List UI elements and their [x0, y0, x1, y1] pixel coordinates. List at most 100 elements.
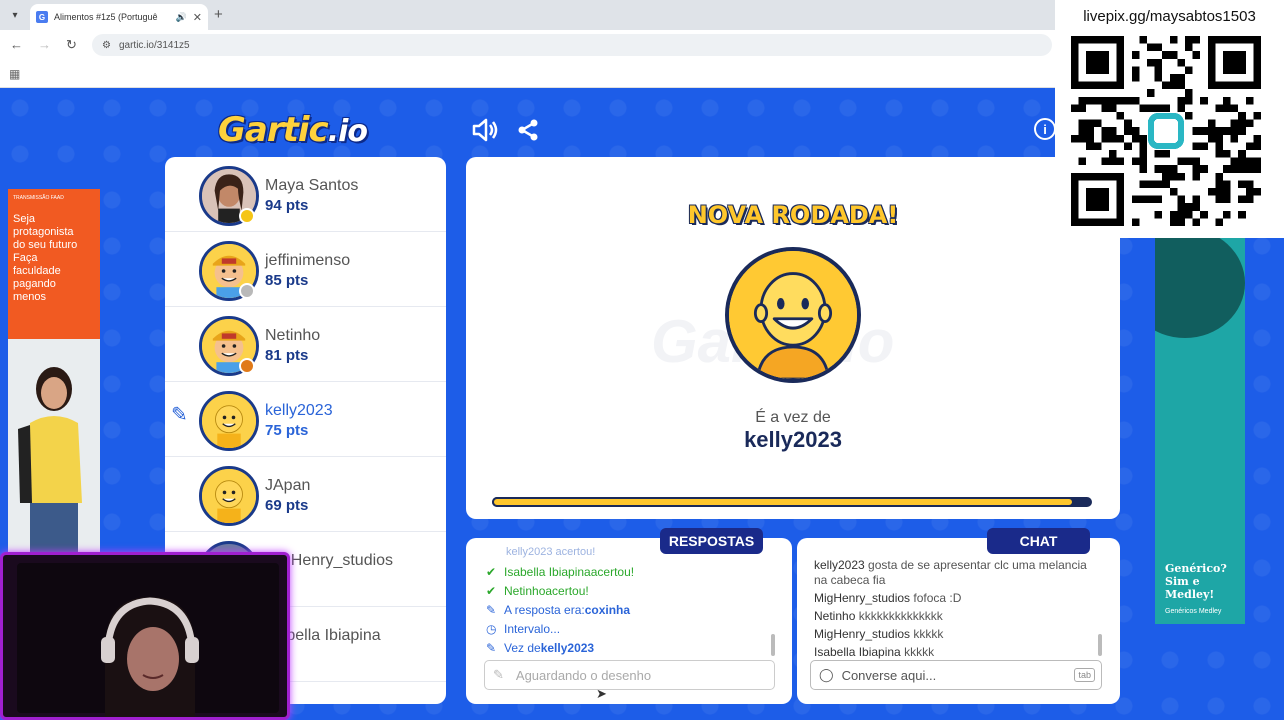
ad-line: do seu futuro	[13, 239, 78, 251]
streamer-image	[101, 597, 199, 717]
answer-item: ✔ Netinho acertou!	[486, 581, 776, 600]
answer-name: Vez de	[504, 640, 541, 655]
chat-panel: kelly2023 gosta de se apresentar clc uma…	[797, 538, 1120, 704]
answers-list: ✔ Isabella Ibiapina acertou! ✔ Netinho ace…	[486, 562, 776, 657]
check-icon: ✔	[486, 564, 497, 579]
forward-icon[interactable]: →	[38, 37, 51, 52]
clock-icon: ◷	[486, 621, 497, 636]
answers-scrollbar[interactable]	[771, 634, 775, 656]
player-name: jeffinimenso	[265, 252, 351, 269]
ad-banner-right[interactable]: Genérico? Sim e Medley! Genéricos Medley	[1155, 238, 1245, 624]
answer-item: ◷ Intervalo...	[486, 619, 776, 638]
answer-item: ✔ Isabella Ibiapina acertou!	[486, 562, 776, 581]
ad-decoration	[1155, 238, 1245, 338]
ad-line: Seja	[13, 213, 36, 225]
tab-title: Alimentos #1z5 (Portuguê	[54, 12, 158, 22]
chat-input[interactable]: ◯ Converse aqui... tab	[810, 660, 1102, 690]
answer-partial-item: kelly2023 acertou!	[506, 546, 596, 558]
player-avatar	[199, 466, 259, 526]
ad-line: protagonista	[13, 226, 74, 238]
url-field[interactable]: ⚙ gartic.io/3141z5	[92, 34, 1052, 56]
ad-banner-left[interactable]: TRANSMISSÃO FAAD Seja protagonista do se…	[8, 189, 100, 559]
info-icon[interactable]: i	[1034, 118, 1056, 140]
audio-playing-icon[interactable]: 🔊	[176, 12, 187, 23]
ad-brand: Genéricos Medley	[1165, 608, 1222, 615]
chat-scrollbar[interactable]	[1098, 634, 1102, 656]
logo-text: Gartic	[218, 110, 329, 150]
chat-message: Isabella Ibiapina kkkkk	[814, 645, 1094, 660]
chat-list: kelly2023 gosta de se apresentar clc uma…	[814, 558, 1094, 663]
share-icon[interactable]	[516, 118, 540, 142]
ad-line: pagando	[13, 278, 56, 290]
new-tab-icon[interactable]: +	[214, 6, 223, 23]
tab-search-icon[interactable]: ▾	[6, 6, 24, 24]
chat-user: MigHenry_studios	[814, 627, 911, 641]
site-settings-icon[interactable]: ⚙	[102, 40, 111, 51]
player-points: 94 pts	[265, 197, 309, 214]
player-row-active: ✎ kelly2023 75 pts	[165, 382, 446, 457]
player-row: Netinho 81 pts	[165, 307, 446, 382]
answer-name: Netinho	[504, 583, 546, 598]
player-row: Maya Santos 94 pts	[165, 157, 446, 232]
status-badge	[239, 208, 255, 224]
favicon-icon: G	[36, 11, 48, 23]
status-badge	[239, 283, 255, 299]
chat-message: Netinho kkkkkkkkkkkkkk	[814, 609, 1094, 624]
chat-text: fofoca :D	[910, 591, 962, 605]
answer-name: Intervalo...	[504, 621, 561, 636]
ad-right-text: Genérico? Sim e Medley!	[1165, 562, 1227, 601]
pencil-icon: ✎	[486, 640, 497, 655]
chat-text: kkkkkkkkkkkkkk	[855, 609, 943, 623]
ad-tag: TRANSMISSÃO FAAD	[13, 195, 64, 201]
tab-chat[interactable]: CHAT	[987, 528, 1090, 554]
turn-label: É a vez de	[755, 409, 831, 426]
close-tab-icon[interactable]: ✕	[193, 11, 202, 24]
answer-input-placeholder: Aguardando o desenho	[515, 667, 652, 683]
current-drawer-avatar	[725, 247, 861, 383]
chat-input-placeholder: Converse aqui...	[841, 667, 937, 683]
answer-text: acertou!	[590, 564, 635, 579]
ad-left-text: TRANSMISSÃO FAAD Seja protagonista do se…	[8, 189, 100, 339]
answer-item: ✎ A resposta era: coxinha	[486, 600, 776, 619]
player-name: Netinho	[265, 327, 321, 344]
ad-line: faculdade	[13, 265, 61, 277]
reload-icon[interactable]: ↻	[66, 37, 77, 53]
chat-text: kkkkk	[910, 627, 944, 641]
player-avatar	[199, 391, 259, 451]
status-badge	[239, 358, 255, 374]
pencil-icon: ✎	[486, 602, 497, 617]
answer-name: A resposta era:	[504, 602, 585, 617]
drawing-canvas[interactable]: Gartic.io NOVA RODADA! É a vez de kelly2…	[466, 157, 1120, 519]
ad-line: Faça	[13, 252, 38, 264]
pencil-icon: ✎	[493, 667, 504, 682]
url-text: gartic.io/3141z5	[118, 39, 190, 51]
player-name: Maya Santos	[265, 177, 359, 194]
answer-word: coxinha	[584, 602, 631, 617]
answer-name: Isabella Ibiapina	[504, 564, 591, 579]
chat-user: MigHenry_studios	[814, 591, 911, 605]
round-timer-bar	[492, 497, 1092, 507]
chat-text: kkkkk	[900, 645, 935, 659]
mouse-cursor-icon: ➤	[596, 686, 607, 701]
chat-user: Netinho	[814, 609, 856, 623]
answer-player: kelly2023	[540, 640, 595, 655]
ad-line: menos	[13, 291, 47, 303]
browser-tab-active[interactable]: G Alimentos #1z5 (Portuguê 🔊 ✕	[30, 4, 208, 30]
player-points: 85 pts	[265, 272, 309, 289]
apps-grid-icon[interactable]: ▦	[9, 67, 20, 81]
chat-user: kelly2023	[814, 558, 865, 572]
ad-model-image	[18, 367, 82, 559]
ad-line: Genérico?	[1165, 562, 1227, 575]
qr-code-icon	[1071, 36, 1261, 226]
answer-input[interactable]: ✎ Aguardando o desenho	[484, 660, 775, 690]
ad-left-photo	[8, 339, 100, 559]
ad-line: Medley!	[1165, 588, 1215, 601]
chat-user: Isabella Ibiapina	[814, 645, 901, 659]
player-points: 81 pts	[265, 347, 309, 364]
tab-answers[interactable]: RESPOSTAS	[660, 528, 763, 554]
pencil-icon: ✎	[171, 404, 188, 426]
back-icon[interactable]: ←	[10, 37, 23, 52]
livepix-overlay: livepix.gg/maysabtos1503	[1055, 0, 1284, 238]
tab-key-hint: tab	[1074, 668, 1095, 682]
sound-icon[interactable]	[471, 118, 499, 142]
